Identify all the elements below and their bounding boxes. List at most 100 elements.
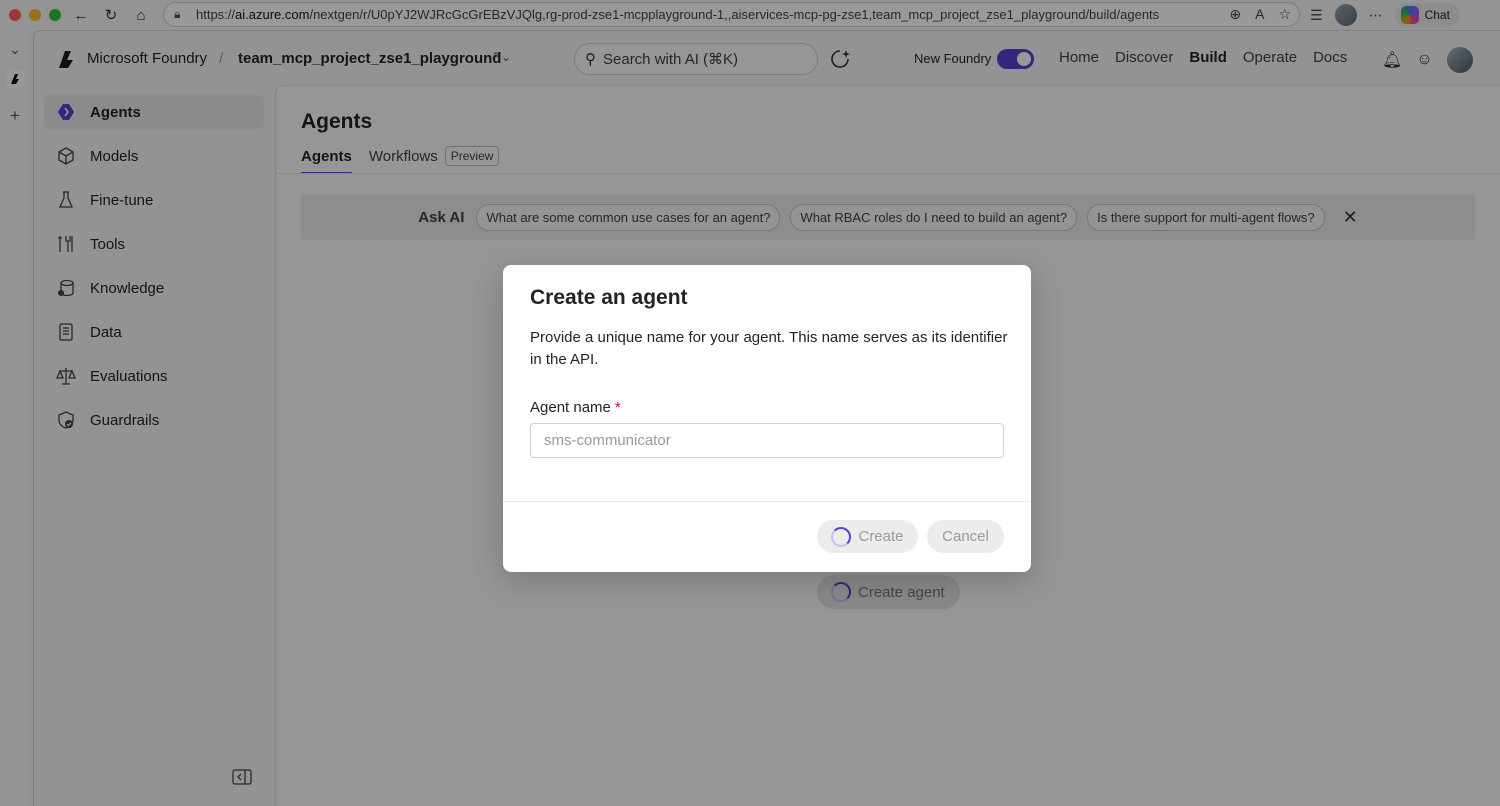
sidebar-item-label: Data	[90, 323, 122, 341]
tab-agents[interactable]: Agents	[301, 148, 352, 174]
foundry-logo-icon[interactable]	[56, 49, 76, 69]
sidebar-item-knowledge[interactable]: Knowledge	[44, 271, 264, 305]
brand-name[interactable]: Microsoft Foundry	[87, 50, 207, 67]
sidebar-item-label: Knowledge	[90, 279, 165, 297]
guardrails-icon	[56, 410, 76, 430]
nav-docs[interactable]: Docs	[1313, 49, 1347, 66]
nav-discover[interactable]: Discover	[1115, 49, 1173, 66]
sidebar-item-label: Models	[90, 147, 139, 165]
bell-icon[interactable]: 🔔︎	[1382, 50, 1402, 70]
chevron-down-icon[interactable]: ⌄	[6, 40, 24, 58]
required-asterisk: *	[614, 399, 621, 416]
sidebar-item-agents[interactable]: Agents	[44, 95, 264, 129]
new-tab-plus-icon[interactable]: +	[6, 106, 24, 125]
lock-icon: 🔒︎	[174, 7, 181, 21]
nav-operate[interactable]: Operate	[1243, 49, 1297, 66]
maximize-window-button[interactable]	[49, 9, 61, 21]
dialog-description: Provide a unique name for your agent. Th…	[530, 329, 1008, 368]
collapse-sidebar-icon[interactable]	[232, 768, 252, 786]
create-button-label: Create	[858, 528, 904, 545]
more-options-icon[interactable]: ⋯	[1369, 7, 1383, 24]
search-placeholder: Search with AI (⌘K)	[603, 51, 739, 68]
sidebar-item-label: Fine-tune	[90, 191, 154, 209]
sidebar-item-label: Guardrails	[90, 411, 160, 429]
user-avatar[interactable]	[1446, 47, 1473, 73]
close-icon[interactable]: ✕	[1343, 207, 1358, 228]
sidebar: Agents Models Fine-tune Tools Knowledge	[34, 85, 274, 806]
sidebar-item-label: Agents	[90, 103, 141, 121]
new-foundry-toggle[interactable]	[997, 49, 1034, 69]
read-aloud-icon[interactable]: A	[1255, 6, 1264, 23]
copilot-logo-icon	[1400, 6, 1419, 24]
home-icon[interactable]: ⌂	[131, 5, 151, 25]
models-icon	[56, 146, 76, 166]
create-agent-label: Create agent	[858, 583, 945, 601]
tab-divider	[276, 173, 1500, 174]
page-title: Agents	[301, 110, 373, 133]
tools-icon	[56, 234, 76, 254]
search-icon: ⚲	[585, 51, 596, 68]
favorites-list-icon[interactable]: ☰	[1310, 7, 1323, 24]
browser-toolbar: ← ↻ ⌂ 🔒︎ https://ai.azure.com/nextgen/r/…	[0, 0, 1500, 30]
copilot-chat-button[interactable]: Chat	[1394, 3, 1460, 27]
agents-icon	[56, 102, 76, 122]
close-window-button[interactable]	[9, 9, 21, 21]
address-bar[interactable]: 🔒︎ https://ai.azure.com/nextgen/r/U0pYJ2…	[163, 2, 1300, 27]
chat-label: Chat	[1424, 8, 1450, 22]
url-host: ai.azure.com	[235, 7, 310, 22]
sidebar-item-data[interactable]: Data	[44, 315, 264, 349]
feedback-smiley-icon[interactable]: ☺	[1416, 51, 1432, 69]
new-foundry-label: New Foundry	[914, 51, 992, 66]
tab-workflows[interactable]: Workflows	[369, 148, 438, 165]
ask-ai-suggestion[interactable]: What RBAC roles do I need to build an ag…	[790, 203, 1078, 231]
knowledge-icon	[56, 278, 76, 298]
agent-name-label-text: Agent name	[530, 399, 611, 416]
create-agent-dialog: Create an agent Provide a unique name fo…	[503, 265, 1031, 572]
data-icon	[56, 322, 76, 342]
sidebar-item-fine-tune[interactable]: Fine-tune	[44, 183, 264, 217]
browser-side-rail: ⌄ +	[0, 30, 30, 806]
app-header: Microsoft Foundry / team_mcp_project_zse…	[34, 31, 1500, 85]
refresh-icon[interactable]: ↻	[101, 5, 121, 25]
loading-spinner-icon	[831, 526, 852, 547]
ai-chat-icon[interactable]	[829, 48, 851, 70]
agent-name-label: Agent name *	[530, 399, 621, 416]
ask-ai-bar: Ask AI What are some common use cases fo…	[301, 194, 1475, 240]
dialog-title: Create an agent	[530, 286, 688, 309]
window-controls	[9, 9, 61, 21]
loading-spinner-icon	[831, 582, 851, 602]
search-input[interactable]: ⚲ Search with AI (⌘K)	[574, 43, 818, 75]
sidebar-item-evaluations[interactable]: Evaluations	[44, 359, 264, 393]
breadcrumb-separator: /	[219, 50, 224, 67]
dialog-footer-divider	[503, 501, 1031, 502]
ask-ai-label: Ask AI	[418, 208, 465, 226]
sidebar-item-guardrails[interactable]: Guardrails	[44, 403, 264, 437]
minimize-window-button[interactable]	[29, 9, 41, 21]
nav-home[interactable]: Home	[1059, 49, 1099, 66]
cancel-button[interactable]: Cancel	[927, 520, 1004, 553]
favorite-star-icon[interactable]: ☆	[1278, 6, 1291, 23]
project-selector[interactable]: team_mcp_project_zse1_playground	[238, 50, 501, 67]
url-prefix: https://	[196, 7, 236, 22]
create-button[interactable]: Create	[817, 520, 918, 553]
sidebar-item-tools[interactable]: Tools	[44, 227, 264, 261]
evaluations-icon	[56, 366, 76, 386]
zoom-icon[interactable]: ⊕	[1229, 6, 1241, 23]
ask-ai-suggestion[interactable]: Is there support for multi-agent flows?	[1087, 203, 1325, 231]
chevron-updown-icon[interactable]: ⌃⌄	[491, 50, 511, 64]
url-path: /nextgen/r/U0pYJ2WJRcGcGrEBzVJQlg,rg-pro…	[309, 7, 1160, 22]
foundry-tab-icon[interactable]	[6, 70, 24, 88]
sidebar-item-label: Evaluations	[90, 367, 168, 385]
sidebar-item-models[interactable]: Models	[44, 139, 264, 173]
agent-name-input[interactable]	[530, 423, 1004, 458]
nav-build[interactable]: Build	[1189, 49, 1227, 66]
tab-list: Agents Workflows Preview	[301, 146, 500, 174]
sidebar-item-label: Tools	[90, 235, 126, 253]
preview-badge: Preview	[444, 146, 500, 166]
back-arrow-icon[interactable]: ←	[71, 5, 91, 25]
top-navigation: Home Discover Build Operate Docs	[1059, 49, 1347, 66]
create-agent-button[interactable]: Create agent	[817, 575, 960, 609]
browser-profile-avatar[interactable]	[1334, 4, 1357, 26]
ask-ai-suggestion[interactable]: What are some common use cases for an ag…	[476, 203, 781, 231]
fine-tune-icon	[56, 190, 76, 210]
